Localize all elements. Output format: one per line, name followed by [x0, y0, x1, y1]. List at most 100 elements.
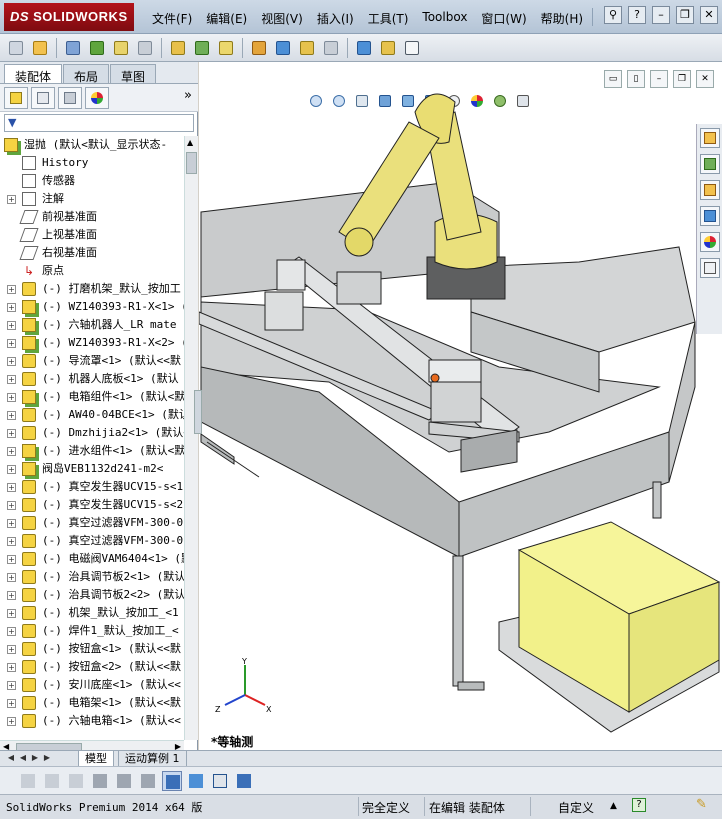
- expand-toggle-icon[interactable]: +: [7, 303, 16, 312]
- restore-icon[interactable]: ❐: [676, 6, 694, 24]
- expand-toggle-icon[interactable]: +: [7, 429, 16, 438]
- tree-item[interactable]: 右视基准面: [0, 244, 184, 262]
- clearance-verification-icon[interactable]: [378, 38, 398, 58]
- tree-item[interactable]: 上视基准面: [0, 226, 184, 244]
- expand-toggle-icon[interactable]: +: [7, 195, 16, 204]
- feature-tree-filter[interactable]: ▼: [4, 114, 194, 132]
- table-view-icon[interactable]: [210, 771, 230, 791]
- first-tab-icon[interactable]: ◀: [6, 753, 16, 764]
- tree-item[interactable]: + (-) 导流罩<1> (默认<<默: [0, 352, 184, 370]
- hide-icon[interactable]: [42, 771, 62, 791]
- scroll-up-icon[interactable]: ▲: [187, 138, 193, 147]
- tree-item[interactable]: + (-) 治具调节板2<1> (默认: [0, 568, 184, 586]
- tree-item[interactable]: + (-) 电箱架<1> (默认<<默: [0, 694, 184, 712]
- pin-icon[interactable]: ⚲: [604, 6, 622, 24]
- expand-toggle-icon[interactable]: +: [7, 591, 16, 600]
- tree-item[interactable]: 传感器: [0, 172, 184, 190]
- mate-icon[interactable]: [87, 38, 107, 58]
- menu-help[interactable]: 帮助(H): [534, 8, 590, 29]
- tab-sketch[interactable]: 草图: [110, 64, 157, 84]
- menu-file[interactable]: 文件(F): [145, 8, 199, 29]
- view-palette-icon[interactable]: [700, 206, 720, 226]
- tab-motion-study[interactable]: 运动算例 1: [118, 751, 187, 767]
- assembly-3d-model[interactable]: [199, 62, 722, 750]
- new-motion-study-icon[interactable]: [273, 38, 293, 58]
- expand-toggle-icon[interactable]: +: [7, 285, 16, 294]
- graphics-area[interactable]: ▭ ▯ – ❐ ✕ Y X Z *等轴测: [199, 62, 722, 750]
- help-icon[interactable]: ?: [628, 6, 646, 24]
- close-icon[interactable]: ✕: [700, 6, 718, 24]
- expand-toggle-icon[interactable]: +: [7, 339, 16, 348]
- tree-item[interactable]: + (-) 真空过滤器VFM-300-0: [0, 532, 184, 550]
- scroll-thumb[interactable]: [186, 152, 197, 174]
- prev-tab-icon[interactable]: ◀: [18, 753, 28, 764]
- tree-item[interactable]: + (-) 治具调节板2<2> (默认: [0, 586, 184, 604]
- tree-root-assembly[interactable]: 湿抛 (默认<默认_显示状态-: [0, 136, 184, 154]
- feature-manager-icon[interactable]: [4, 86, 28, 109]
- menu-toolbox[interactable]: Toolbox: [415, 8, 474, 29]
- open-file-icon[interactable]: [30, 38, 50, 58]
- tree-item[interactable]: 前视基准面: [0, 208, 184, 226]
- reference-geometry-icon[interactable]: [249, 38, 269, 58]
- filter-icon[interactable]: [66, 771, 86, 791]
- expand-toggle-icon[interactable]: +: [7, 375, 16, 384]
- expand-toggle-icon[interactable]: +: [7, 699, 16, 708]
- expand-toggle-icon[interactable]: +: [7, 447, 16, 456]
- next-tab-icon[interactable]: ▶: [30, 753, 40, 764]
- property-manager-icon[interactable]: [31, 86, 55, 109]
- panel-collapse-handle[interactable]: [194, 390, 202, 434]
- list-view-icon[interactable]: [90, 771, 110, 791]
- expand-toggle-icon[interactable]: +: [7, 627, 16, 636]
- detail-view-icon[interactable]: [114, 771, 134, 791]
- expand-toggle-icon[interactable]: +: [7, 645, 16, 654]
- menu-tools[interactable]: 工具(T): [361, 8, 416, 29]
- smart-fasteners-icon[interactable]: [135, 38, 155, 58]
- tree-item[interactable]: + (-) 电磁阀VAM6404<1> (默: [0, 550, 184, 568]
- tree-item[interactable]: + (-) 真空发生器UCV15-s<2: [0, 496, 184, 514]
- menu-view[interactable]: 视图(V): [254, 8, 310, 29]
- exploded-view-icon[interactable]: [321, 38, 341, 58]
- tree-item[interactable]: + (-) 按钮盒<2> (默认<<默: [0, 658, 184, 676]
- expand-panel-icon[interactable]: »: [184, 88, 192, 103]
- expand-toggle-icon[interactable]: +: [7, 519, 16, 528]
- expand-toggle-icon[interactable]: +: [7, 393, 16, 402]
- tree-item[interactable]: + (-) 真空过滤器VFM-300-0: [0, 514, 184, 532]
- expand-toggle-icon[interactable]: +: [7, 537, 16, 546]
- expand-toggle-icon[interactable]: +: [7, 465, 16, 474]
- quick-tips-help-icon[interactable]: ?: [632, 798, 646, 812]
- menu-edit[interactable]: 编辑(E): [199, 8, 254, 29]
- expand-toggle-icon[interactable]: +: [7, 717, 16, 726]
- bill-of-materials-icon[interactable]: [297, 38, 317, 58]
- design-library-icon[interactable]: [700, 154, 720, 174]
- tree-item[interactable]: + (-) 六轴电箱<1> (默认<<: [0, 712, 184, 730]
- tab-assembly[interactable]: 装配体: [4, 64, 63, 84]
- tree-item[interactable]: + (-) 真空发生器UCV15-s<1: [0, 478, 184, 496]
- tree-item[interactable]: + (-) 机架_默认_按加工_<1: [0, 604, 184, 622]
- tree-item[interactable]: + (-) 机器人底板<1> (默认: [0, 370, 184, 388]
- last-tab-icon[interactable]: ▶: [42, 753, 52, 764]
- show-hidden-icon[interactable]: [192, 38, 212, 58]
- instant3d-icon[interactable]: [402, 38, 422, 58]
- unit-system[interactable]: 自定义: [558, 799, 594, 816]
- expand-toggle-icon[interactable]: +: [7, 321, 16, 330]
- tree-item[interactable]: + (-) WZ140393-R1-X<1> (默: [0, 298, 184, 316]
- solidworks-logo[interactable]: DS SOLIDWORKS: [4, 3, 134, 31]
- tree-item[interactable]: + (-) 六轴机器人_LR mate: [0, 316, 184, 334]
- tag-icon[interactable]: ✎: [696, 797, 707, 812]
- tree-item[interactable]: + (-) 焊件1_默认_按加工_<: [0, 622, 184, 640]
- menu-window[interactable]: 窗口(W): [474, 8, 533, 29]
- expand-toggle-icon[interactable]: +: [7, 357, 16, 366]
- save-view-icon[interactable]: [234, 771, 254, 791]
- tab-model[interactable]: 模型: [78, 751, 114, 767]
- tree-item[interactable]: + (-) 打磨机架_默认_按加工: [0, 280, 184, 298]
- edit-component-icon[interactable]: [63, 38, 83, 58]
- expand-toggle-icon[interactable]: +: [7, 483, 16, 492]
- custom-properties-icon[interactable]: [700, 258, 720, 278]
- expand-toggle-icon[interactable]: +: [7, 609, 16, 618]
- tree-vertical-scrollbar[interactable]: ▲: [184, 136, 198, 740]
- menu-insert[interactable]: 插入(I): [310, 8, 361, 29]
- unit-menu-arrow[interactable]: ▲: [610, 801, 617, 811]
- tree-item[interactable]: + (-) 安川底座<1> (默认<<: [0, 676, 184, 694]
- appearances-icon[interactable]: [700, 232, 720, 252]
- expand-toggle-icon[interactable]: +: [7, 555, 16, 564]
